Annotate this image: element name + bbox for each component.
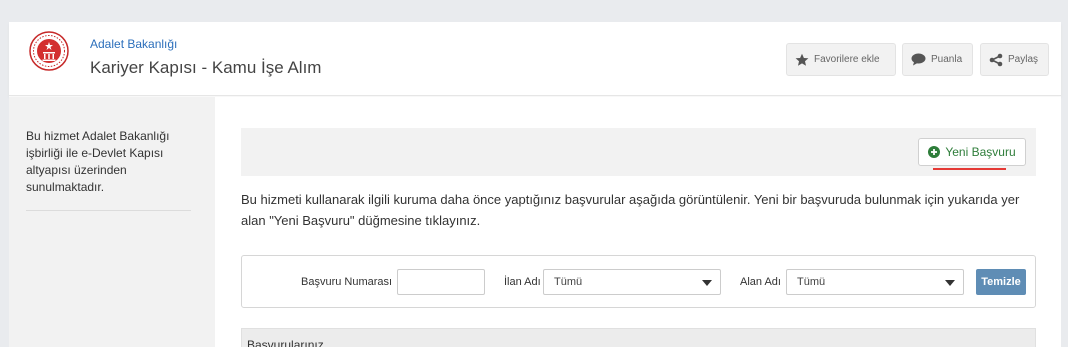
page-title: Kariyer Kapısı - Kamu İşe Alım — [90, 58, 322, 77]
filter-panel: Başvuru Numarası İlan Adı Tümü Alan Adı … — [241, 255, 1036, 308]
rate-button-label: Puanla — [931, 54, 963, 65]
plus-circle-icon — [928, 146, 941, 158]
share-button[interactable]: Paylaş — [980, 43, 1049, 76]
field-select[interactable]: Tümü — [786, 269, 964, 295]
applications-list-header: Başvurularınız — [241, 328, 1036, 347]
clear-button[interactable]: Temizle — [976, 269, 1026, 295]
new-application-label: Yeni Başvuru — [945, 145, 1016, 159]
application-number-label: Başvuru Numarası — [301, 276, 393, 288]
application-number-input[interactable] — [397, 269, 485, 295]
emblem-icon — [29, 31, 69, 71]
listing-select-value: Tümü — [554, 276, 583, 288]
page-card: Adalet Bakanlığı Kariyer Kapısı - Kamu İ… — [9, 22, 1061, 347]
content-area: Bu hizmet Adalet Bakanlığı işbirliği ile… — [9, 97, 1061, 347]
org-name[interactable]: Adalet Bakanlığı — [90, 37, 177, 51]
listing-select[interactable]: Tümü — [543, 269, 721, 295]
share-button-label: Paylaş — [1008, 54, 1039, 65]
main-panel: Yeni Başvuru Bu hizmeti kullanarak ilgil… — [215, 97, 1061, 347]
field-select-value: Tümü — [797, 276, 826, 288]
listing-label: İlan Adı — [504, 276, 541, 288]
favorite-button[interactable]: Favorilere ekle — [786, 43, 896, 76]
rate-button[interactable]: Puanla — [902, 43, 973, 76]
chevron-down-icon — [702, 280, 712, 286]
chevron-down-icon — [945, 280, 955, 286]
star-icon — [795, 53, 809, 66]
intro-text: Bu hizmeti kullanarak ilgili kuruma daha… — [241, 192, 1020, 228]
field-label: Alan Adı — [740, 276, 781, 288]
speech-bubble-icon — [911, 53, 926, 66]
header: Adalet Bakanlığı Kariyer Kapısı - Kamu İ… — [9, 22, 1061, 96]
button-underline — [933, 168, 1006, 170]
new-application-button[interactable]: Yeni Başvuru — [918, 138, 1026, 166]
action-bar: Yeni Başvuru — [241, 128, 1036, 176]
share-icon — [989, 53, 1003, 66]
favorite-button-label: Favorilere ekle — [814, 54, 880, 65]
sidebar-info: Bu hizmet Adalet Bakanlığı işbirliği ile… — [26, 128, 191, 211]
